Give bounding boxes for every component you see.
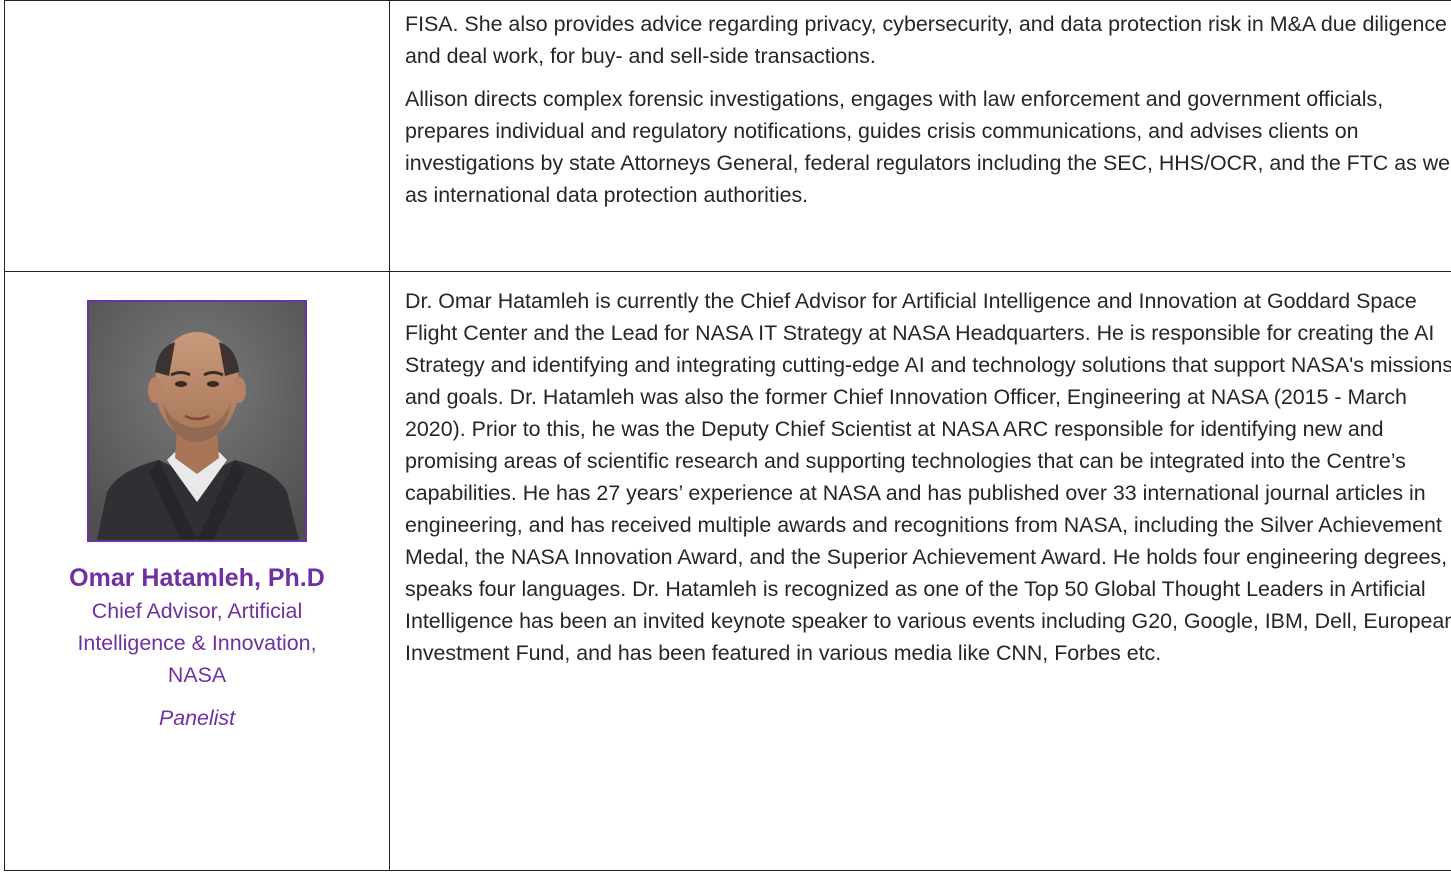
bio-paragraph: Allison directs complex forensic investi… — [405, 87, 1451, 207]
speaker-profile-cell: Omar Hatamleh, Ph.D Chief Advisor, Artif… — [4, 271, 390, 871]
speaker-name: Omar Hatamleh, Ph.D — [69, 564, 325, 592]
speaker-photo-cell-empty — [4, 0, 390, 272]
bio-paragraph: FISA. She also provides advice regarding… — [405, 12, 1447, 68]
speaker-bio-cell: FISA. She also provides advice regarding… — [389, 0, 1451, 272]
speaker-photo — [87, 300, 307, 542]
bio-paragraph: Dr. Omar Hatamleh is currently the Chief… — [405, 289, 1451, 665]
portrait-image — [89, 302, 305, 540]
speaker-bio-cell: Dr. Omar Hatamleh is currently the Chief… — [389, 271, 1451, 871]
speaker-role: Panelist — [158, 706, 236, 730]
speaker-title-text: Chief Advisor, Artificial Intelligence &… — [77, 599, 317, 687]
speaker-title: Chief Advisor, Artificial Intelligence &… — [5, 595, 389, 691]
table-row: FISA. She also provides advice regarding… — [4, 0, 1451, 272]
speaker-table: FISA. She also provides advice regarding… — [4, 0, 1451, 871]
table-row: Omar Hatamleh, Ph.D Chief Advisor, Artif… — [4, 271, 1451, 871]
document-page: FISA. She also provides advice regarding… — [4, 0, 1451, 871]
